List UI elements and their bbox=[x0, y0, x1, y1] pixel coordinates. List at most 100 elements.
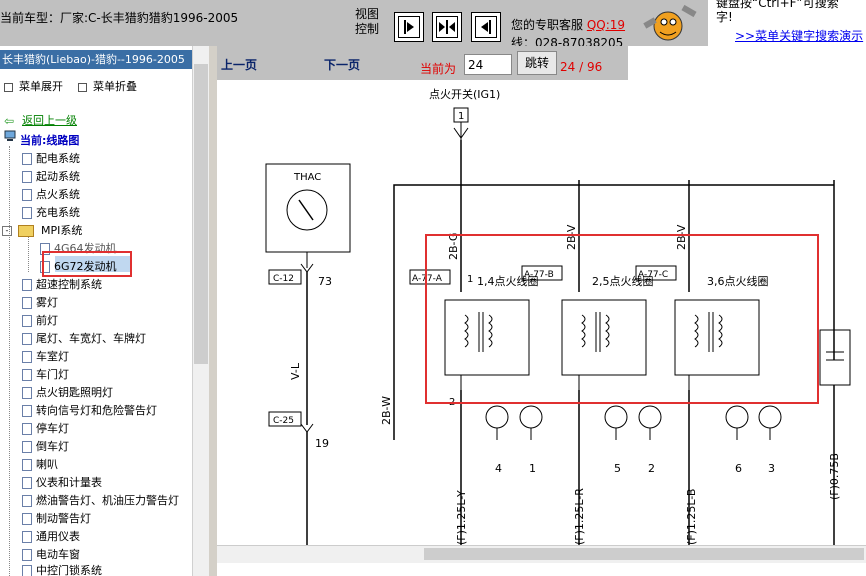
sidebar-item-label: 倒车灯 bbox=[36, 440, 69, 453]
connector-c12-label: C-12 bbox=[273, 274, 294, 284]
sidebar-item-label: 仪表和计量表 bbox=[36, 476, 102, 489]
panel-divider[interactable] bbox=[209, 46, 217, 576]
coil-14-label: 1,4点火线圈 bbox=[477, 274, 539, 288]
qq-link[interactable]: QQ:19 bbox=[587, 18, 625, 32]
sidebar-item-room-lamp[interactable]: 车室灯 bbox=[22, 348, 69, 366]
sidebar-item-label: 电动车窗 bbox=[36, 548, 80, 561]
document-icon bbox=[22, 441, 32, 453]
document-icon bbox=[22, 477, 32, 489]
sidebar-item-parking-lamp[interactable]: 停车灯 bbox=[22, 420, 69, 438]
sidebar-item-mpi[interactable]: - MPI系统 bbox=[2, 222, 82, 240]
sidebar-item-label: 喇叭 bbox=[36, 458, 58, 471]
wire-2bw-label: 2B-W bbox=[380, 396, 393, 425]
sidebar-item-power-distribution[interactable]: 配电系统 bbox=[22, 150, 80, 168]
document-icon bbox=[22, 153, 32, 165]
wire-2bv-a-label: 2B-V bbox=[565, 224, 578, 250]
sidebar-item-turn-signal[interactable]: 转向信号灯和危险警告灯 bbox=[22, 402, 157, 420]
document-icon bbox=[22, 279, 32, 291]
sidebar-item-reverse-lamp[interactable]: 倒车灯 bbox=[22, 438, 69, 456]
left-vertical-scrollbar[interactable] bbox=[192, 46, 210, 576]
tree-guide-line-sub bbox=[28, 236, 29, 272]
coil-pin-1: 1 bbox=[467, 274, 473, 285]
wire-vl-label: V-L bbox=[289, 362, 302, 380]
document-icon bbox=[22, 297, 32, 309]
document-icon bbox=[22, 565, 32, 576]
tip-line-1: 键盘按“Ctrl+F”可搜索 bbox=[716, 0, 839, 10]
pin-19: 19 bbox=[315, 437, 329, 450]
view-nav-split-button[interactable] bbox=[432, 12, 462, 42]
sidebar-item-label: 燃油警告灯、机油压力警告灯 bbox=[36, 494, 179, 507]
arrow-left-icon bbox=[475, 16, 497, 38]
wire-2bv-b-label: 2B-V bbox=[675, 224, 688, 250]
selected-item-red-annotation bbox=[42, 251, 132, 277]
document-icon bbox=[22, 171, 32, 183]
connector-a77a-label: A-77-A bbox=[412, 274, 443, 284]
next-page-link[interactable]: 下一页 bbox=[324, 56, 360, 73]
sidebar-item-overspeed[interactable]: 超速控制系统 bbox=[22, 276, 102, 294]
ignition-switch-label: 点火开关(IG1) bbox=[429, 87, 500, 101]
sidebar-item-tail-lamp[interactable]: 尾灯、车宽灯、车牌灯 bbox=[22, 330, 146, 348]
collapse-minus-icon[interactable]: - bbox=[2, 226, 12, 236]
sidebar-item-key-illumination[interactable]: 点火钥匙照明灯 bbox=[22, 384, 113, 402]
sidebar-item-label: 尾灯、车宽灯、车牌灯 bbox=[36, 332, 146, 345]
sidebar-item-charging[interactable]: 充电系统 bbox=[22, 204, 80, 222]
sidebar-item-label: 停车灯 bbox=[36, 422, 69, 435]
sidebar-item-brake-warning[interactable]: 制动警告灯 bbox=[22, 510, 91, 528]
document-icon bbox=[22, 315, 32, 327]
document-icon bbox=[22, 531, 32, 543]
menu-collapse-button[interactable]: 菜单折叠 bbox=[78, 78, 137, 94]
sidebar-item-fog-lamp[interactable]: 雾灯 bbox=[22, 294, 58, 312]
cylinder-1: 1 bbox=[529, 462, 536, 475]
current-location: 当前:线路图 bbox=[20, 134, 80, 147]
wire-125lr-label: (F)1.25L-R bbox=[573, 488, 586, 545]
sidebar-item-fuel-oil-warning[interactable]: 燃油警告灯、机油压力警告灯 bbox=[22, 492, 179, 510]
sidebar-item-general-meter[interactable]: 通用仪表 bbox=[22, 528, 80, 546]
sidebar-item-central-lock[interactable]: 中控门锁系统 bbox=[22, 562, 102, 576]
cylinder-3: 3 bbox=[768, 462, 775, 475]
page-count: 24 / 96 bbox=[560, 60, 603, 74]
sidebar-item-label: 前灯 bbox=[36, 314, 58, 327]
collapse-icon bbox=[78, 82, 87, 92]
document-icon bbox=[22, 549, 32, 561]
horizontal-scrollbar[interactable] bbox=[217, 545, 866, 563]
sidebar-item-label: 车室灯 bbox=[36, 350, 69, 363]
service-phone: 线：028-87038205 bbox=[511, 36, 624, 46]
back-link[interactable]: 返回上一级 bbox=[22, 112, 77, 128]
scrollbar-thumb[interactable] bbox=[194, 64, 208, 364]
sidebar-item-horn[interactable]: 喇叭 bbox=[22, 456, 58, 474]
page-number-input[interactable] bbox=[464, 54, 512, 75]
sidebar-item-door-lamp[interactable]: 车门灯 bbox=[22, 366, 69, 384]
menu-expand-label: 菜单展开 bbox=[19, 80, 63, 93]
sidebar-item-headlamp[interactable]: 前灯 bbox=[22, 312, 58, 330]
view-nav-prev-button[interactable] bbox=[394, 12, 424, 42]
search-demo-link[interactable]: >>菜单关键字搜索演示 bbox=[735, 27, 863, 44]
scrollbar-thumb[interactable] bbox=[424, 548, 864, 560]
sidebar-item-label: 充电系统 bbox=[36, 206, 80, 219]
sidebar-item-label: 雾灯 bbox=[36, 296, 58, 309]
sidebar-item-ignition[interactable]: 点火系统 bbox=[22, 186, 80, 204]
sidebar-item-starting[interactable]: 起动系统 bbox=[22, 168, 80, 186]
document-icon bbox=[22, 351, 32, 363]
sidebar-item-label: 制动警告灯 bbox=[36, 512, 91, 525]
document-icon bbox=[22, 369, 32, 381]
tip-line-2: 字! bbox=[716, 10, 733, 24]
sidebar-item-label: 转向信号灯和危险警告灯 bbox=[36, 404, 157, 417]
expand-icon bbox=[4, 82, 13, 92]
view-control-label: 视图控制 bbox=[355, 7, 380, 36]
jump-button[interactable]: 跳转 bbox=[517, 51, 557, 75]
wire-125ly-label: (F)1.25L-Y bbox=[455, 490, 468, 545]
wire-075b-label: (F)0.75B bbox=[828, 453, 841, 500]
sidebar-item-label: 中控门锁系统 bbox=[36, 564, 102, 576]
tree-guide-line bbox=[9, 146, 10, 576]
menu-expand-button[interactable]: 菜单展开 bbox=[4, 78, 63, 94]
sidebar-item-gauges[interactable]: 仪表和计量表 bbox=[22, 474, 102, 492]
sidebar-item-label: 点火系统 bbox=[36, 188, 80, 201]
prev-page-link[interactable]: 上一页 bbox=[221, 56, 257, 73]
sidebar-item-label: 点火钥匙照明灯 bbox=[36, 386, 113, 399]
service-contact: 您的专职客服 QQ:19 bbox=[511, 16, 625, 33]
thac-label: THAC bbox=[293, 172, 321, 183]
view-nav-next-button[interactable] bbox=[471, 12, 501, 42]
computer-icon bbox=[4, 130, 16, 141]
car-model-info: 当前车型：厂家:C-长丰猎豹猎豹1996-2005 bbox=[0, 11, 239, 25]
current-page-label: 当前为 bbox=[420, 62, 457, 76]
